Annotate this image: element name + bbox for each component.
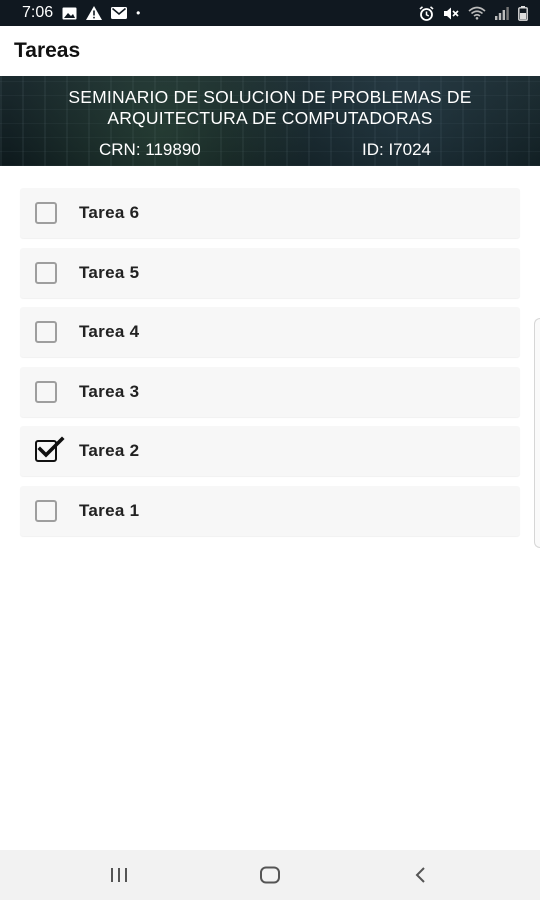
course-id: ID: I7024 xyxy=(362,140,431,159)
mute-icon xyxy=(443,5,459,21)
task-item-5[interactable]: Tarea 5 xyxy=(20,247,520,298)
status-time: 7:06 xyxy=(22,4,54,21)
task-item-6[interactable]: Tarea 6 xyxy=(20,188,520,238)
navigation-bar xyxy=(0,850,540,900)
image-icon xyxy=(62,5,77,21)
wifi-icon xyxy=(468,5,486,21)
warning-icon xyxy=(86,5,103,21)
course-crn: CRN: 119890 xyxy=(99,140,201,159)
task-label: Tarea 3 xyxy=(79,381,140,401)
task-item-1[interactable]: Tarea 1 xyxy=(20,485,520,536)
task-label: Tarea 6 xyxy=(79,203,140,222)
course-title-line-1: SEMINARIO DE SOLUCION DE PROBLEMAS DE xyxy=(68,87,472,107)
task-item-2[interactable]: Tarea 2 xyxy=(20,426,520,477)
task-item-3[interactable]: Tarea 3 xyxy=(20,366,520,417)
task-checkbox-2[interactable] xyxy=(35,436,65,463)
back-icon[interactable] xyxy=(401,862,441,888)
course-title-line-2: ARQUITECTURA DE COMPUTADORAS xyxy=(107,108,433,128)
notification-dot: • xyxy=(136,6,141,20)
task-item-4[interactable]: Tarea 4 xyxy=(20,307,520,358)
task-label: Tarea 1 xyxy=(79,500,140,520)
task-label: Tarea 4 xyxy=(79,322,140,342)
status-bar: 7:06 • xyxy=(0,0,540,26)
app-bar: Tareas xyxy=(0,26,540,76)
task-label: Tarea 5 xyxy=(79,262,140,282)
edge-panel-handle[interactable] xyxy=(534,318,540,548)
signal-icon xyxy=(495,5,509,21)
battery-icon xyxy=(518,5,528,21)
course-ids: CRN: 119890 ID: I7024 xyxy=(0,140,540,162)
task-checkbox-1[interactable] xyxy=(35,499,57,522)
task-checkbox-6[interactable] xyxy=(35,202,57,224)
task-checkbox-4[interactable] xyxy=(35,321,57,344)
task-label: Tarea 2 xyxy=(79,441,140,461)
task-checkbox-5[interactable] xyxy=(35,261,57,284)
status-bar-left: 7:06 • xyxy=(22,4,140,22)
page-title: Tareas xyxy=(14,39,81,62)
home-icon[interactable] xyxy=(250,862,290,888)
task-list: Tarea 6 Tarea 5 Tarea 4 Tarea 3 Tarea 2 … xyxy=(20,188,520,546)
recent-apps-icon[interactable] xyxy=(99,862,139,888)
task-checkbox-3[interactable] xyxy=(35,380,57,403)
checkmark-icon xyxy=(37,436,65,458)
mail-icon xyxy=(111,5,128,21)
status-bar-right xyxy=(419,5,528,21)
course-banner: SEMINARIO DE SOLUCION DE PROBLEMAS DE AR… xyxy=(0,76,540,166)
alarm-icon xyxy=(419,5,434,21)
